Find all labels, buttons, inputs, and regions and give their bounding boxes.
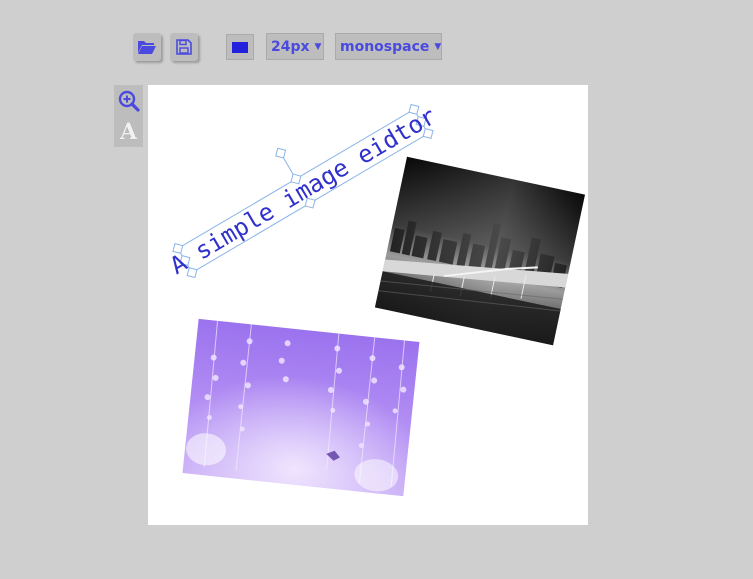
side-toolbar: A — [114, 85, 143, 147]
open-file-button[interactable] — [133, 33, 161, 61]
color-swatch — [232, 41, 248, 53]
city-bridge-photo[interactable] — [374, 156, 586, 346]
font-size-select[interactable]: 24px ▼ — [266, 33, 324, 60]
font-size-value: 24px — [271, 38, 310, 55]
floppy-disk-icon — [176, 39, 192, 55]
text-tool-button[interactable]: A — [114, 116, 143, 147]
zoom-in-icon — [118, 90, 140, 112]
canvas-drawing[interactable]: A simple image eidtor — [148, 85, 588, 525]
text-tool-icon: A — [119, 118, 138, 145]
image-canvas[interactable]: A simple image eidtor — [148, 85, 588, 525]
chevron-down-icon: ▼ — [314, 41, 322, 52]
font-family-value: monospace — [340, 38, 430, 55]
purple-wisteria-photo[interactable] — [182, 318, 420, 497]
font-family-select[interactable]: monospace ▼ — [335, 33, 442, 60]
chevron-down-icon: ▼ — [434, 41, 442, 52]
folder-open-icon — [138, 41, 156, 54]
zoom-tool-button[interactable] — [114, 85, 143, 116]
save-file-button[interactable] — [170, 33, 198, 61]
color-picker[interactable] — [226, 34, 254, 60]
